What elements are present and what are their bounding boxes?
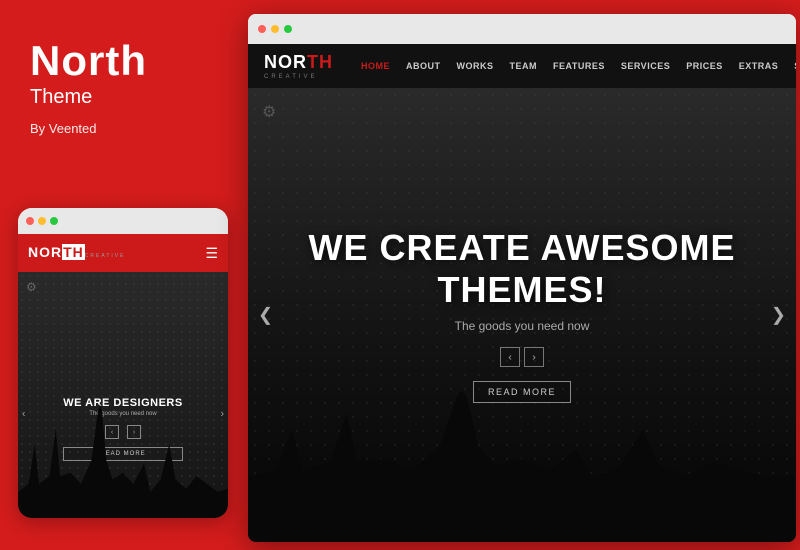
desktop-dot-red (258, 25, 266, 33)
mobile-dot-green (50, 217, 58, 225)
mobile-browser-bar (18, 208, 228, 234)
desktop-mockup: NORTH CREATIVE HOME ABOUT WORKS TEAM FEA… (248, 14, 796, 542)
mobile-nav-arrows: ‹ › (63, 425, 182, 439)
hero-main-title: WE CREATE AWESOME THEMES! (248, 227, 796, 311)
desktop-slider-left[interactable]: ❮ (258, 305, 273, 326)
desktop-slider-right[interactable]: ❯ (771, 305, 786, 326)
hero-gear-icon: ⚙ (262, 102, 276, 122)
nav-features[interactable]: FEATURES (545, 61, 613, 71)
hero-nav-arrows: ‹ › (248, 347, 796, 367)
desktop-nav: NORTH CREATIVE HOME ABOUT WORKS TEAM FEA… (248, 44, 796, 88)
nav-prices[interactable]: PRICES (678, 61, 731, 71)
mobile-logo: NORTH CREATIVE (28, 244, 125, 262)
mobile-logo-th: TH (62, 244, 85, 260)
mobile-hero-title: WE ARE DESIGNERS (63, 397, 182, 409)
nav-extras[interactable]: EXTRAS (731, 61, 787, 71)
desktop-content: NORTH CREATIVE HOME ABOUT WORKS TEAM FEA… (248, 44, 796, 542)
desktop-hero: ⚙ WE CREATE AWESOME THEMES! The goods yo… (248, 88, 796, 542)
mobile-slider-right[interactable]: › (221, 409, 224, 420)
desktop-logo-th: TH (307, 52, 333, 72)
desktop-dot-yellow (271, 25, 279, 33)
theme-subtitle: Theme (30, 86, 92, 109)
mobile-next-arrow[interactable]: › (127, 425, 141, 439)
nav-home[interactable]: HOME (353, 61, 398, 71)
mobile-hero: ⚙ WE ARE DESIGNERS The goods you need no… (18, 272, 228, 518)
hamburger-icon[interactable]: ☰ (205, 245, 218, 262)
mobile-dot-yellow (38, 217, 46, 225)
nav-shop[interactable]: SHOP (786, 61, 796, 71)
mobile-hero-text: WE ARE DESIGNERS The goods you need now … (63, 397, 182, 461)
theme-title: North (30, 40, 147, 82)
hero-next-btn[interactable]: › (524, 347, 544, 367)
desktop-logo-creative: CREATIVE (264, 74, 333, 80)
hero-read-more-button[interactable]: READ MORE (473, 381, 571, 403)
desktop-browser-bar (248, 14, 796, 44)
mobile-dot-red (26, 217, 34, 225)
mobile-prev-arrow[interactable]: ‹ (105, 425, 119, 439)
mobile-content: NORTH CREATIVE ☰ ⚙ WE ARE DESIGNERS The … (18, 234, 228, 518)
desktop-logo-nor: NOR (264, 52, 307, 72)
mobile-mockup: NORTH CREATIVE ☰ ⚙ WE ARE DESIGNERS The … (18, 208, 228, 518)
mobile-logo-creative: CREATIVE (85, 253, 126, 259)
mobile-logo-nor: NOR (28, 244, 62, 260)
mobile-read-more-button[interactable]: READ MORE (63, 447, 182, 461)
nav-services[interactable]: SERVICES (613, 61, 678, 71)
mobile-hero-sub: The goods you need now (63, 411, 182, 417)
desktop-dot-green (284, 25, 292, 33)
hero-subtitle: The goods you need now (248, 319, 796, 333)
hero-text: WE CREATE AWESOME THEMES! The goods you … (248, 227, 796, 403)
nav-team[interactable]: TEAM (502, 61, 546, 71)
desktop-logo: NORTH CREATIVE (264, 52, 333, 80)
mobile-slider-left[interactable]: ‹ (22, 409, 25, 420)
hero-prev-btn[interactable]: ‹ (500, 347, 520, 367)
desktop-nav-items: HOME ABOUT WORKS TEAM FEATURES SERVICES … (353, 59, 796, 73)
mobile-gear-icon: ⚙ (26, 280, 37, 294)
nav-about[interactable]: ABOUT (398, 61, 449, 71)
nav-works[interactable]: WORKS (449, 61, 502, 71)
mobile-nav: NORTH CREATIVE ☰ (18, 234, 228, 272)
theme-author: By Veented (30, 121, 97, 136)
